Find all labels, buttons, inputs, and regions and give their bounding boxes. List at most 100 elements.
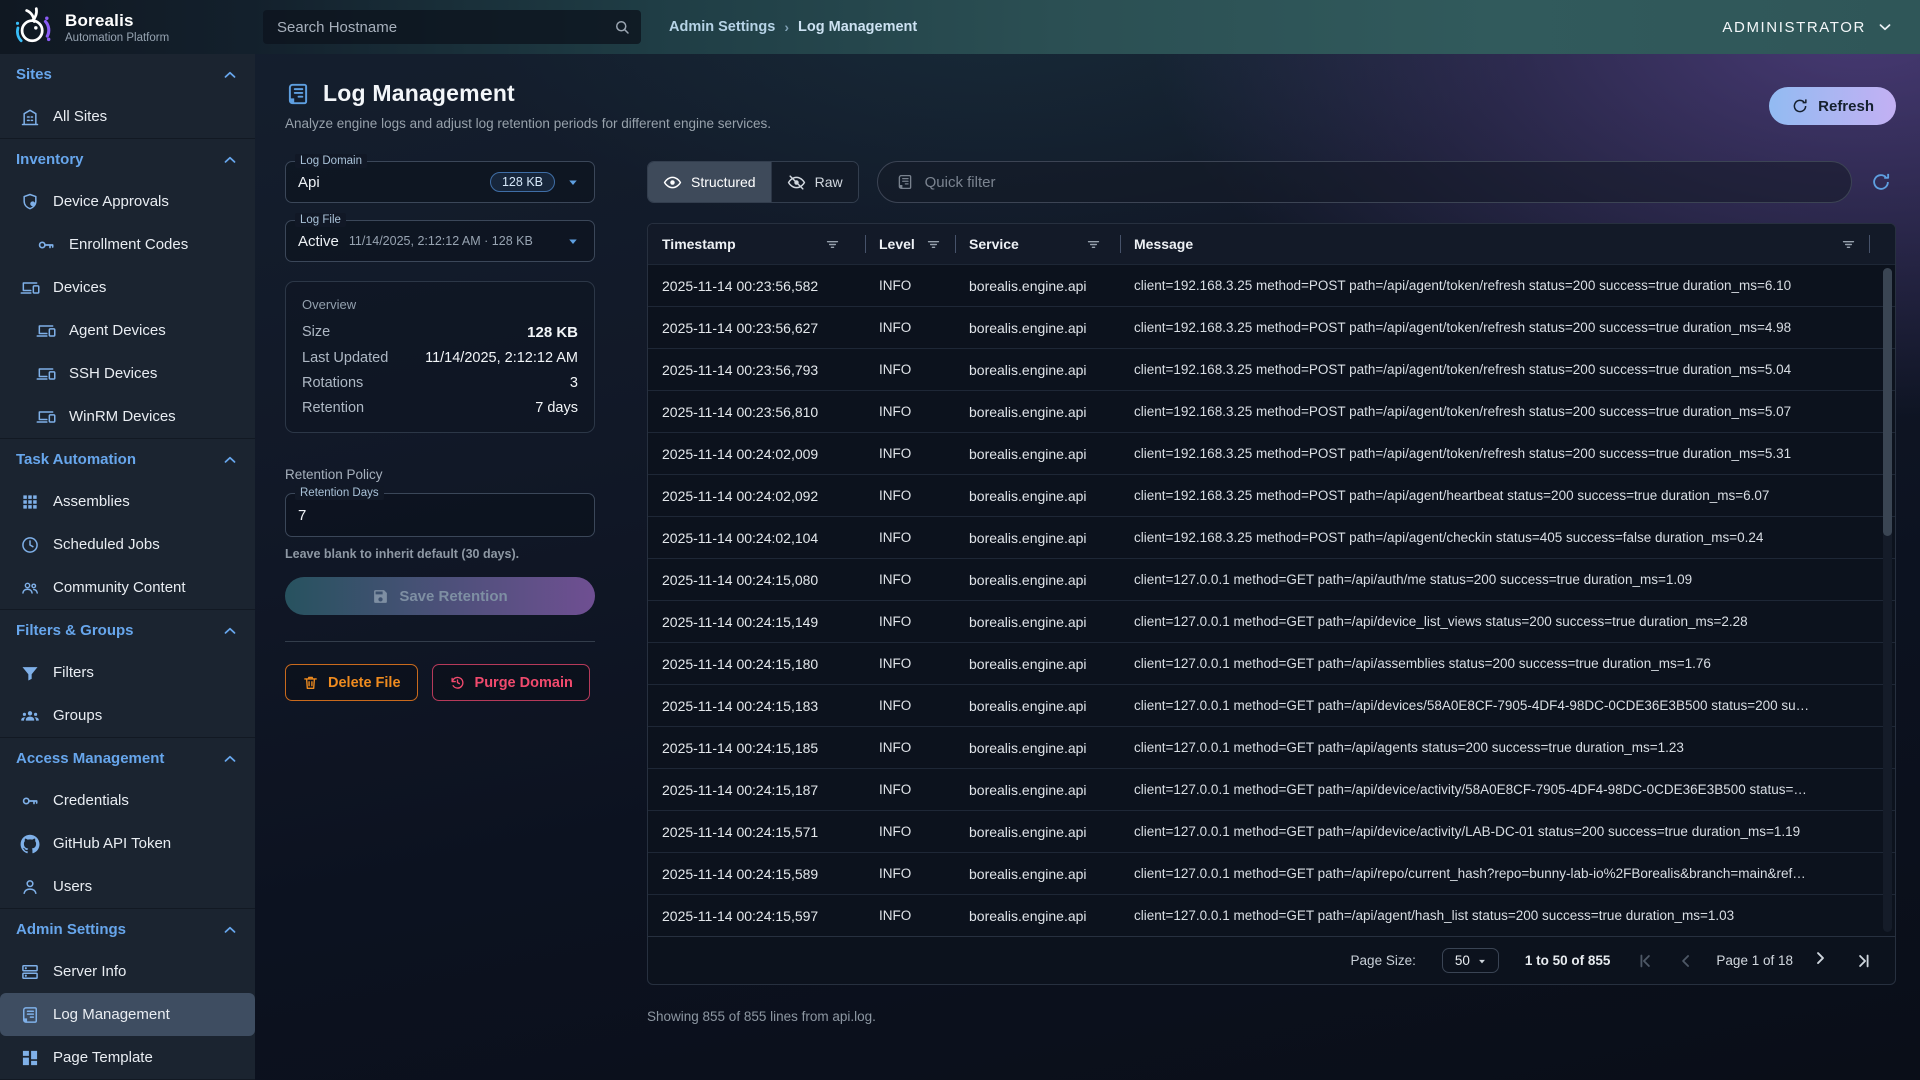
pagination-bar: Page Size: 50 1 to 50 of 855 Page 1 of 1… bbox=[648, 936, 1895, 984]
refresh-button[interactable]: Refresh bbox=[1769, 87, 1896, 125]
save-retention-button[interactable]: Save Retention bbox=[285, 577, 595, 615]
people-icon bbox=[20, 578, 40, 598]
page-title: Log Management bbox=[323, 80, 515, 107]
filter-icon[interactable] bbox=[824, 236, 841, 253]
log-table: Timestamp Level Service Message bbox=[647, 223, 1896, 985]
borealis-rabbit-logo-icon bbox=[12, 5, 56, 49]
sidebar-item-server-info[interactable]: Server Info bbox=[0, 950, 255, 993]
sidebar-item-github-api-token[interactable]: GitHub API Token bbox=[0, 822, 255, 865]
sidebar-section-admin-settings[interactable]: Admin Settings bbox=[0, 909, 255, 950]
sidebar-section-sites[interactable]: Sites bbox=[0, 54, 255, 95]
first-page-icon[interactable] bbox=[1636, 951, 1656, 971]
sidebar-section-access-management[interactable]: Access Management bbox=[0, 738, 255, 779]
table-row[interactable]: 2025-11-14 00:24:15,149INFOborealis.engi… bbox=[648, 600, 1895, 642]
retention-days-field[interactable]: Retention Days bbox=[285, 493, 595, 537]
table-row[interactable]: 2025-11-14 00:24:15,597INFOborealis.engi… bbox=[648, 894, 1895, 936]
chevron-down-icon bbox=[1876, 18, 1894, 36]
sidebar-item-ssh-devices[interactable]: SSH Devices bbox=[0, 352, 255, 395]
log-file-value: Active bbox=[298, 233, 339, 250]
sidebar-item-groups[interactable]: Groups bbox=[0, 694, 255, 737]
table-row[interactable]: 2025-11-14 00:24:15,589INFOborealis.engi… bbox=[648, 852, 1895, 894]
raw-view-toggle[interactable]: Raw bbox=[771, 162, 858, 202]
sidebar-item-winrm-devices[interactable]: WinRM Devices bbox=[0, 395, 255, 438]
next-page-icon[interactable] bbox=[1813, 951, 1833, 971]
quick-filter-input[interactable] bbox=[925, 174, 1833, 191]
quick-filter-box[interactable] bbox=[877, 161, 1852, 203]
sidebar-item-credentials[interactable]: Credentials bbox=[0, 779, 255, 822]
retention-days-input[interactable] bbox=[298, 507, 582, 524]
breadcrumb-separator: › bbox=[784, 19, 789, 35]
log-file-detail: 11/14/2025, 2:12:12 AM · 128 KB bbox=[349, 234, 533, 248]
purge-domain-button[interactable]: Purge Domain bbox=[432, 664, 590, 701]
table-row[interactable]: 2025-11-14 00:23:56,810INFOborealis.engi… bbox=[648, 390, 1895, 432]
breadcrumb-admin-settings[interactable]: Admin Settings bbox=[669, 19, 775, 35]
table-row[interactable]: 2025-11-14 00:23:56,793INFOborealis.engi… bbox=[648, 348, 1895, 390]
column-header-timestamp[interactable]: Timestamp bbox=[648, 224, 865, 264]
overview-title: Overview bbox=[302, 297, 578, 312]
column-header-level[interactable]: Level bbox=[865, 224, 955, 264]
sidebar-item-log-management[interactable]: Log Management bbox=[0, 993, 255, 1036]
filter-icon[interactable] bbox=[925, 236, 942, 253]
column-header-service[interactable]: Service bbox=[955, 224, 1120, 264]
refresh-button-label: Refresh bbox=[1818, 98, 1874, 115]
clock-icon bbox=[20, 535, 40, 555]
row-range-text: 1 to 50 of 855 bbox=[1525, 953, 1611, 968]
table-row[interactable]: 2025-11-14 00:23:56,582INFOborealis.engi… bbox=[648, 264, 1895, 306]
overview-row-retention: Retention7 days bbox=[302, 400, 578, 416]
table-row[interactable]: 2025-11-14 00:24:02,092INFOborealis.engi… bbox=[648, 474, 1895, 516]
devices-icon bbox=[20, 278, 40, 298]
sidebar-item-scheduled-jobs[interactable]: Scheduled Jobs bbox=[0, 523, 255, 566]
log-file-icon bbox=[896, 173, 914, 191]
log-file-select[interactable]: Log File Active 11/14/2025, 2:12:12 AM ·… bbox=[285, 220, 595, 262]
structured-view-toggle[interactable]: Structured bbox=[648, 162, 771, 202]
column-header-message[interactable]: Message bbox=[1120, 224, 1869, 264]
table-row[interactable]: 2025-11-14 00:24:15,187INFOborealis.engi… bbox=[648, 768, 1895, 810]
table-row[interactable]: 2025-11-14 00:24:02,009INFOborealis.engi… bbox=[648, 432, 1895, 474]
scrollbar-thumb[interactable] bbox=[1883, 268, 1892, 536]
chevron-up-icon bbox=[221, 622, 239, 640]
table-row[interactable]: 2025-11-14 00:24:15,080INFOborealis.engi… bbox=[648, 558, 1895, 600]
retention-policy-label: Retention Policy bbox=[285, 467, 595, 482]
user-menu[interactable]: ADMINISTRATOR bbox=[1722, 18, 1894, 36]
brand: Borealis Automation Platform bbox=[0, 5, 255, 49]
grid-icon bbox=[20, 492, 40, 512]
caret-down-icon bbox=[1475, 954, 1489, 968]
table-row[interactable]: 2025-11-14 00:23:56,627INFOborealis.engi… bbox=[648, 306, 1895, 348]
sidebar-item-enrollment-codes[interactable]: Enrollment Codes bbox=[0, 223, 255, 266]
sidebar-item-community-content[interactable]: Community Content bbox=[0, 566, 255, 609]
sidebar-section-filters-groups[interactable]: Filters & Groups bbox=[0, 610, 255, 651]
table-row[interactable]: 2025-11-14 00:24:15,180INFOborealis.engi… bbox=[648, 642, 1895, 684]
sidebar-item-all-sites[interactable]: All Sites bbox=[0, 95, 255, 138]
chevron-up-icon bbox=[221, 66, 239, 84]
table-scrollbar[interactable] bbox=[1883, 268, 1892, 932]
hostname-searchbox[interactable] bbox=[263, 10, 641, 44]
search-input[interactable] bbox=[277, 19, 613, 36]
github-icon bbox=[20, 834, 40, 854]
sidebar-item-assemblies[interactable]: Assemblies bbox=[0, 480, 255, 523]
page-subtitle: Analyze engine logs and adjust log reten… bbox=[285, 116, 771, 131]
sidebar-section-task-automation[interactable]: Task Automation bbox=[0, 439, 255, 480]
log-domain-select[interactable]: Log Domain Api 128 KB bbox=[285, 161, 595, 203]
sidebar-item-agent-devices[interactable]: Agent Devices bbox=[0, 309, 255, 352]
last-page-icon[interactable] bbox=[1853, 951, 1873, 971]
sidebar: SitesAll SitesInventoryDevice ApprovalsE… bbox=[0, 54, 255, 1080]
table-row[interactable]: 2025-11-14 00:24:15,183INFOborealis.engi… bbox=[648, 684, 1895, 726]
table-row[interactable]: 2025-11-14 00:24:15,185INFOborealis.engi… bbox=[648, 726, 1895, 768]
sidebar-item-filters[interactable]: Filters bbox=[0, 651, 255, 694]
filter-icon[interactable] bbox=[1840, 236, 1857, 253]
save-icon bbox=[372, 588, 389, 605]
sidebar-item-users[interactable]: Users bbox=[0, 865, 255, 908]
page-size-select[interactable]: 50 bbox=[1442, 948, 1499, 973]
breadcrumb-log-management[interactable]: Log Management bbox=[798, 19, 917, 35]
prev-page-icon[interactable] bbox=[1676, 951, 1696, 971]
table-row[interactable]: 2025-11-14 00:24:02,104INFOborealis.engi… bbox=[648, 516, 1895, 558]
filter-icon[interactable] bbox=[1085, 236, 1102, 253]
trash-icon bbox=[302, 674, 319, 691]
sidebar-item-page-template[interactable]: Page Template bbox=[0, 1036, 255, 1079]
sidebar-item-devices[interactable]: Devices bbox=[0, 266, 255, 309]
table-row[interactable]: 2025-11-14 00:24:15,571INFOborealis.engi… bbox=[648, 810, 1895, 852]
sidebar-section-inventory[interactable]: Inventory bbox=[0, 139, 255, 180]
reload-logs-icon[interactable] bbox=[1870, 171, 1892, 193]
delete-file-button[interactable]: Delete File bbox=[285, 664, 418, 701]
sidebar-item-device-approvals[interactable]: Device Approvals bbox=[0, 180, 255, 223]
